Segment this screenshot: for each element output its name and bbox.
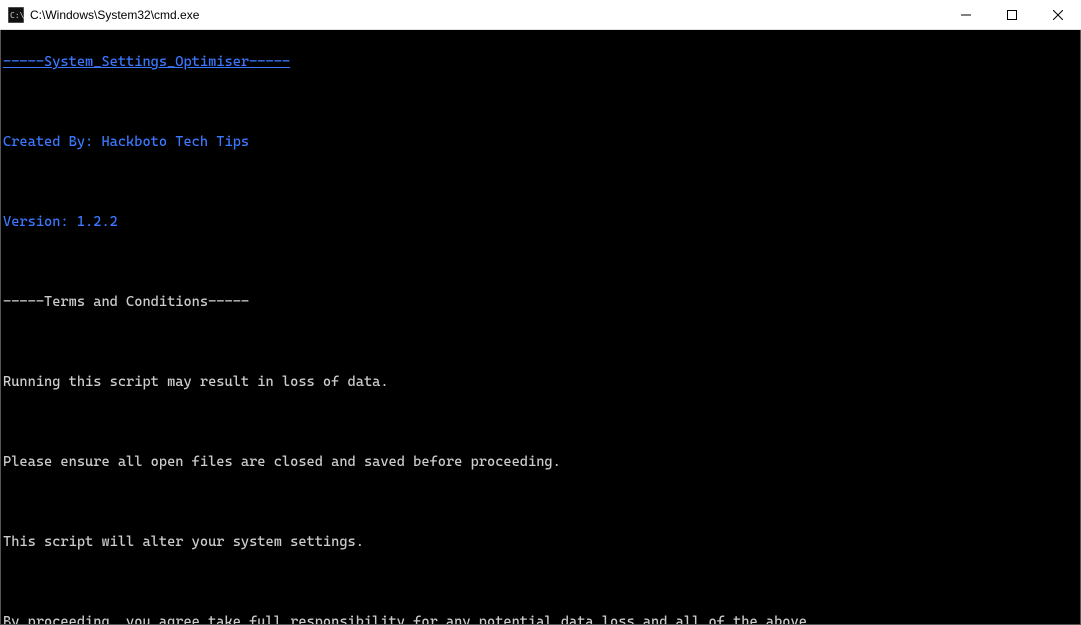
terms-line: This script will alter your system setti…: [3, 532, 1080, 552]
terms-line: Please ensure all open files are closed …: [3, 452, 1080, 472]
blank-line: [3, 572, 1080, 592]
created-by: Created By: Hackboto Tech Tips: [3, 132, 1080, 152]
cmd-icon: C:\: [8, 7, 24, 23]
script-title: -----System_Settings_Optimiser-----: [3, 52, 1080, 72]
svg-text:C:\: C:\: [10, 11, 24, 20]
terminal-output[interactable]: -----System_Settings_Optimiser----- Crea…: [0, 30, 1081, 625]
title-bar: C:\ C:\Windows\System32\cmd.exe: [0, 0, 1081, 30]
maximize-button[interactable]: [989, 0, 1035, 30]
blank-line: [3, 332, 1080, 352]
minimize-button[interactable]: [943, 0, 989, 30]
blank-line: [3, 172, 1080, 192]
terms-line: Running this script may result in loss o…: [3, 372, 1080, 392]
version: Version: 1.2.2: [3, 212, 1080, 232]
blank-line: [3, 412, 1080, 432]
terms-header: -----Terms and Conditions-----: [3, 292, 1080, 312]
blank-line: [3, 492, 1080, 512]
blank-line: [3, 252, 1080, 272]
blank-line: [3, 92, 1080, 112]
window-controls: [943, 0, 1081, 29]
close-button[interactable]: [1035, 0, 1081, 30]
window-title: C:\Windows\System32\cmd.exe: [30, 8, 943, 22]
terms-line: By proceeding, you agree take full respo…: [3, 612, 1080, 625]
